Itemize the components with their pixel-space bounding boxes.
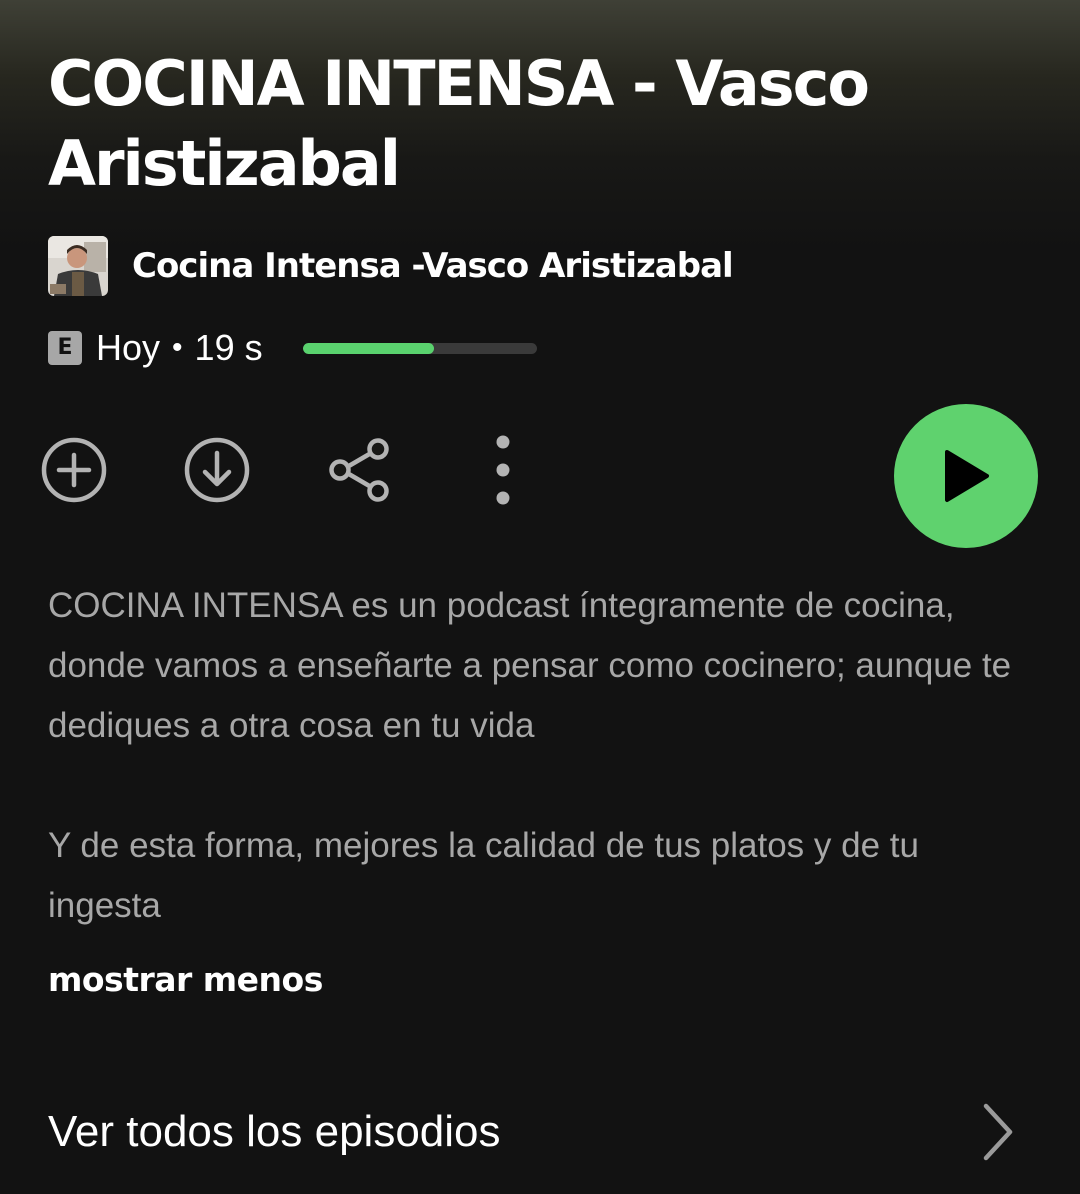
show-name: Cocina Intensa -Vasco Aristizabal [132,246,734,286]
playback-progress-fill [302,342,434,354]
episode-meta: E Hoy • 19 s [48,322,537,374]
add-to-library-button[interactable] [38,432,110,508]
share-icon [329,438,389,502]
plus-circle-icon [41,437,107,503]
episode-description: COCINA INTENSA es un podcast íntegrament… [48,576,1038,936]
play-icon [945,450,989,502]
see-all-episodes-link[interactable]: Ver todos los episodios [48,1090,1038,1174]
share-button[interactable] [324,432,396,508]
more-vertical-icon [496,435,510,505]
episode-duration: 19 s [194,327,263,368]
show-cover-image [48,236,108,296]
meta-separator: • [172,331,183,364]
download-button[interactable] [181,432,253,508]
release-date: Hoy [96,327,161,368]
playback-progress-bar [302,342,537,354]
more-options-button[interactable] [467,432,539,508]
show-less-button[interactable]: mostrar menos [48,960,323,999]
description-paragraph: COCINA INTENSA es un podcast íntegrament… [48,586,1012,745]
description-paragraph: Y de esta forma, mejores la calidad de t… [48,826,919,925]
play-button[interactable] [894,404,1038,548]
episode-page: COCINA INTENSA - Vasco Aristizabal Cocin… [0,0,1080,1194]
see-all-episodes-label: Ver todos los episodios [48,1107,501,1156]
episode-title: COCINA INTENSA - Vasco Aristizabal [48,47,870,200]
chevron-right-icon [978,1102,1018,1162]
download-circle-icon [184,437,250,503]
explicit-badge: E [48,331,82,365]
show-link[interactable]: Cocina Intensa -Vasco Aristizabal [48,236,734,296]
